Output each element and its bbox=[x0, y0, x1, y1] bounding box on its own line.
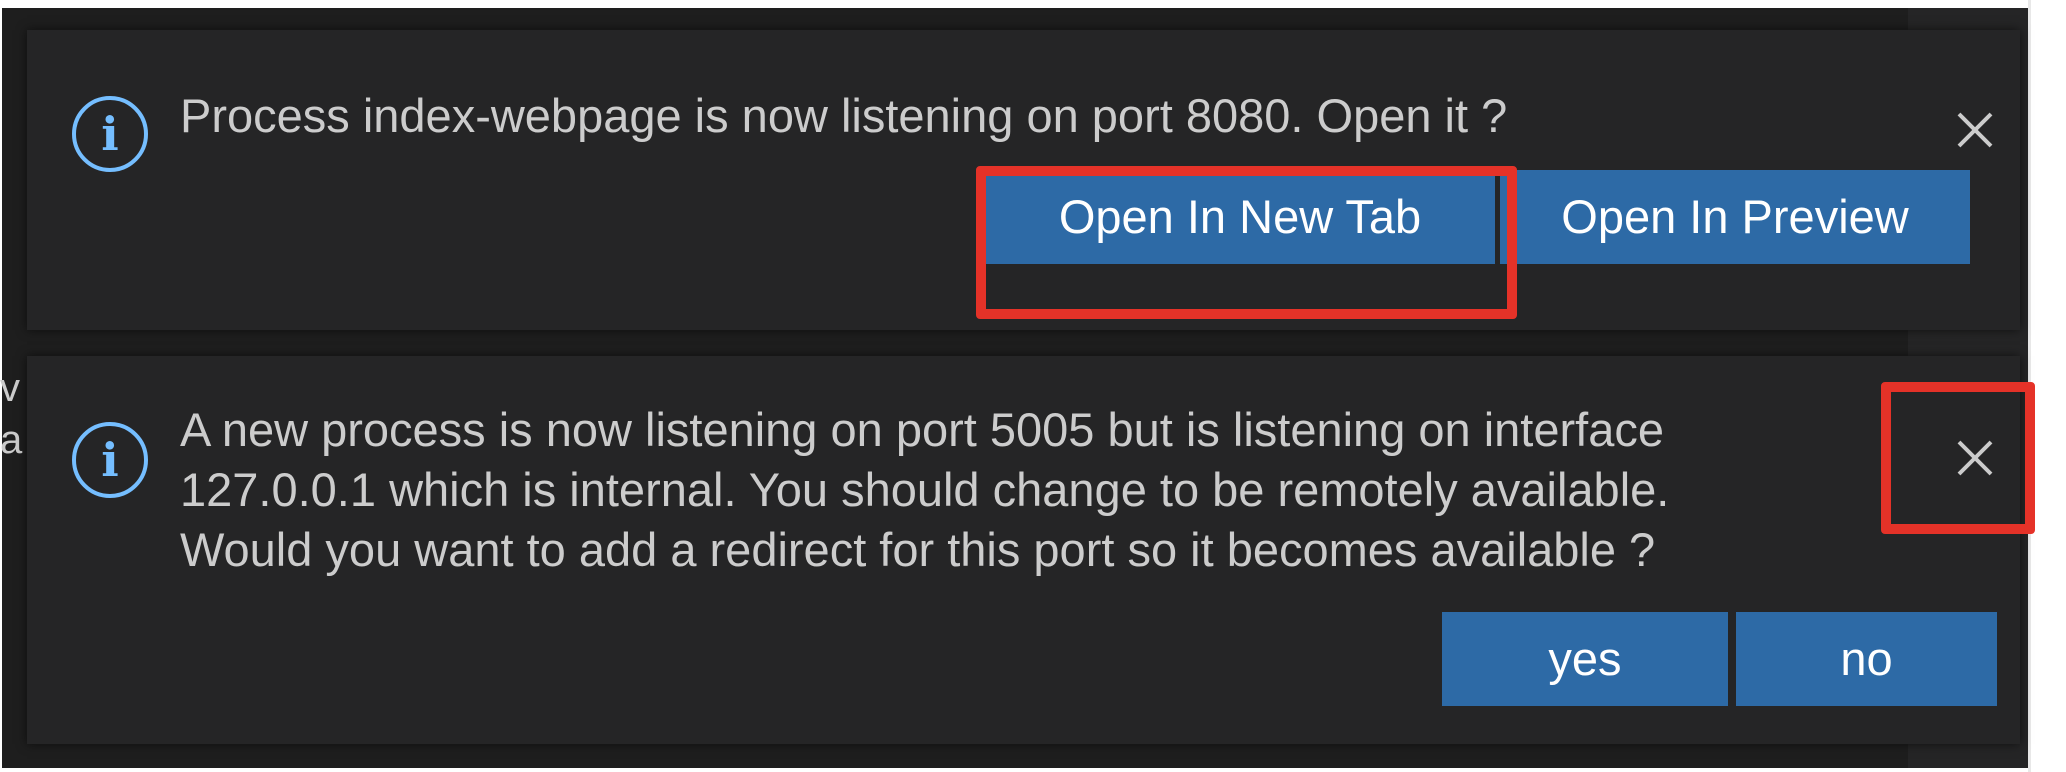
close-icon bbox=[1957, 440, 1993, 476]
notification-message: A new process is now listening on port 5… bbox=[180, 400, 1669, 580]
notification-message: Process index-webpage is now listening o… bbox=[180, 86, 1507, 146]
info-icon: i bbox=[72, 96, 148, 172]
screenshot-stage: v a i Process index-webpage is now liste… bbox=[0, 0, 2066, 772]
notification-message-line: A new process is now listening on port 5… bbox=[180, 403, 1664, 456]
info-icon: i bbox=[72, 422, 148, 498]
no-button[interactable]: no bbox=[1736, 612, 1997, 706]
notification-message-line: Would you want to add a redirect for thi… bbox=[180, 523, 1656, 576]
notification-message-line: 127.0.0.1 which is internal. You should … bbox=[180, 463, 1670, 516]
open-in-preview-button[interactable]: Open In Preview bbox=[1500, 170, 1970, 264]
background-text-fragment: a bbox=[0, 418, 23, 462]
close-icon bbox=[1957, 112, 1993, 148]
close-notification-button[interactable] bbox=[1947, 430, 2003, 486]
window-edge bbox=[2028, 0, 2031, 772]
notification-port-5005: i A new process is now listening on port… bbox=[27, 356, 2020, 744]
yes-button[interactable]: yes bbox=[1442, 612, 1728, 706]
notification-message-line: Process index-webpage is now listening o… bbox=[180, 89, 1508, 142]
background-text-fragment: v bbox=[0, 366, 20, 410]
open-in-new-tab-button[interactable]: Open In New Tab bbox=[985, 170, 1495, 264]
close-notification-button[interactable] bbox=[1947, 102, 2003, 158]
